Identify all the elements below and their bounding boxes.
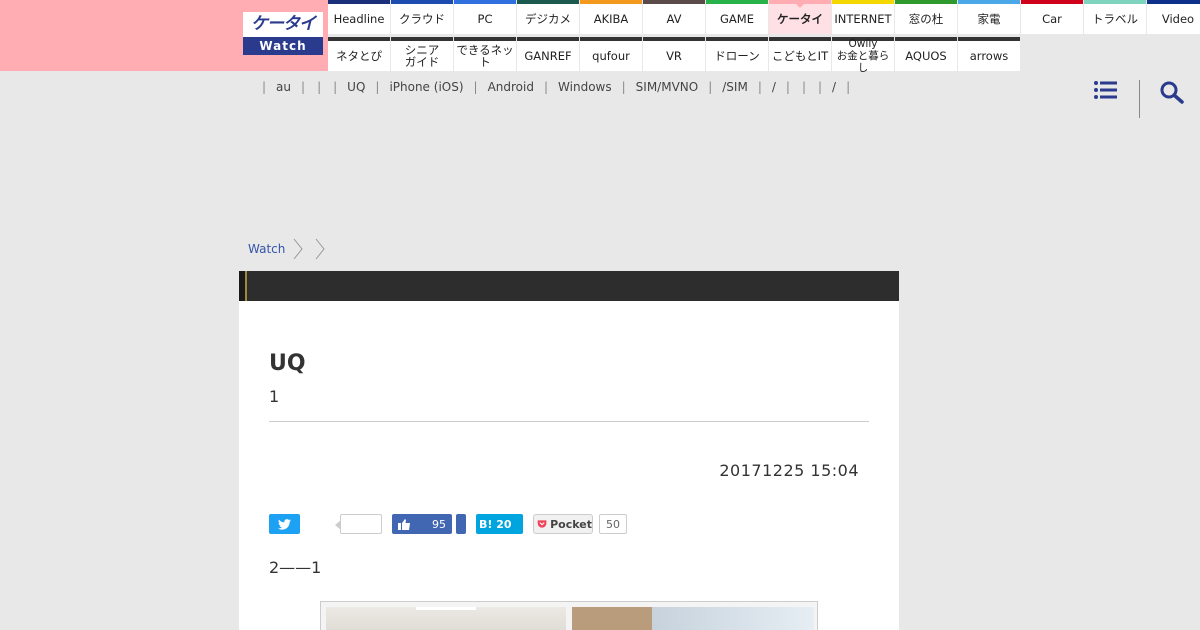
- breadcrumb: Watch: [248, 238, 329, 260]
- nav-item-2[interactable]: PC: [454, 0, 516, 34]
- tag-separator: |: [708, 80, 713, 94]
- site-header: ケータイ Watch Headline クラウド PC デジカメ AKIBA AV GAME…: [0, 0, 1200, 74]
- tag-link[interactable]: au: [272, 80, 295, 94]
- nav-item-4[interactable]: AKIBA: [580, 0, 642, 34]
- tag-link[interactable]: /: [768, 80, 780, 94]
- tag-separator: |: [375, 80, 380, 94]
- list-menu-icon[interactable]: [1094, 80, 1118, 100]
- article-card: UQ 1 20171225 15:04 95 B! 20 Pocket 50 2…: [239, 271, 899, 630]
- article-photo[interactable]: [652, 607, 814, 630]
- nav-item-10[interactable]: 家電: [958, 0, 1020, 34]
- tag-separator: |: [621, 80, 626, 94]
- nav-item-13[interactable]: Video: [1147, 0, 1200, 34]
- nav-item-9[interactable]: 窓の杜: [895, 0, 957, 34]
- nav-sub-item-9[interactable]: AQUOS: [895, 37, 957, 71]
- chevron-right-icon: [293, 238, 303, 260]
- twitter-bird-icon: [278, 518, 291, 530]
- article-subtitle: 1: [269, 387, 280, 406]
- tag-link[interactable]: SIM/MVNO: [632, 80, 703, 94]
- header-divider: [1139, 80, 1140, 118]
- tag-separator: |: [846, 80, 851, 94]
- tag-separator: |: [543, 80, 549, 94]
- nav-sub-item-5[interactable]: VR: [643, 37, 705, 71]
- tag-link[interactable]: iPhone (iOS): [385, 80, 467, 94]
- breadcrumb-home-link[interactable]: Watch: [248, 242, 285, 256]
- category-bar: [239, 271, 899, 301]
- tag-separator: |: [333, 80, 338, 94]
- facebook-share-button[interactable]: [456, 514, 466, 534]
- tag-link[interactable]: /: [828, 80, 840, 94]
- nav-sub-item-7[interactable]: こどもとIT: [769, 37, 831, 71]
- tag-separator: |: [262, 80, 267, 94]
- logo-top-text: ケータイ: [243, 12, 323, 37]
- article-photo[interactable]: [326, 607, 566, 630]
- nav-sub-item-4[interactable]: qufour: [580, 37, 642, 71]
- tag-separator: |: [473, 80, 478, 94]
- pocket-count: 50: [599, 514, 627, 534]
- tag-link[interactable]: /SIM: [718, 80, 752, 94]
- tag-separator: |: [785, 80, 790, 94]
- nav-item-1[interactable]: クラウド: [391, 0, 453, 34]
- pocket-button[interactable]: Pocket: [533, 514, 593, 534]
- article-lead: 2——1: [269, 558, 322, 577]
- facebook-like-button[interactable]: 95: [392, 514, 452, 534]
- nav-item-8[interactable]: INTERNET: [832, 0, 894, 34]
- tag-separator: |: [757, 80, 762, 94]
- hatena-bookmark-button[interactable]: B! 20: [476, 514, 523, 534]
- nav-item-3[interactable]: デジカメ: [517, 0, 579, 34]
- share-count-box: [335, 514, 382, 534]
- tag-separator: |: [317, 80, 322, 94]
- nav-sub-item-3[interactable]: GANREF: [517, 37, 579, 71]
- nav-item-7[interactable]: ケータイ: [769, 0, 831, 34]
- twitter-share-button[interactable]: [269, 514, 300, 534]
- logo-bottom-text: Watch: [243, 37, 323, 55]
- tag-link[interactable]: Windows: [554, 80, 616, 94]
- social-share-bar: 95 B! 20 Pocket 50: [269, 514, 627, 534]
- article-photo[interactable]: [572, 607, 652, 630]
- nav-sub-item-6[interactable]: ドローン: [706, 37, 768, 71]
- pocket-icon: [537, 520, 547, 528]
- category-tag-bar: | au | | | UQ | iPhone (iOS) | Android | Windows | SI…: [256, 79, 856, 95]
- nav-sub-item-8[interactable]: Owlly お金と暮らし: [832, 37, 894, 74]
- nav-item-12[interactable]: トラベル: [1084, 0, 1146, 34]
- nav-item-0[interactable]: Headline: [328, 0, 390, 34]
- facebook-like-count: 95: [432, 517, 446, 531]
- tag-separator: |: [801, 80, 806, 94]
- article-title: UQ: [269, 351, 306, 376]
- nav-item-6[interactable]: GAME: [706, 0, 768, 34]
- site-logo[interactable]: ケータイ Watch: [243, 12, 323, 56]
- nav-sub-item-1[interactable]: シニア ガイド: [391, 37, 453, 71]
- tag-separator: |: [818, 80, 823, 94]
- tag-link[interactable]: Android: [484, 80, 538, 94]
- nav-sub-item-10[interactable]: arrows: [958, 37, 1020, 71]
- brand-area: ケータイ Watch: [0, 0, 328, 71]
- nav-item-5[interactable]: AV: [643, 0, 705, 34]
- title-divider: [269, 421, 869, 422]
- nav-row-2: ネタとぴ シニア ガイド できるネット GANREF qufour VR ドローン こどもとIT…: [328, 37, 1200, 74]
- nav-row-1: Headline クラウド PC デジカメ AKIBA AV GAME ケータイ INTERNE…: [328, 0, 1200, 35]
- chevron-right-icon: [315, 238, 325, 260]
- site-nav: Headline クラウド PC デジカメ AKIBA AV GAME ケータイ INTERNE…: [328, 0, 1200, 74]
- pocket-label: Pocket: [550, 517, 592, 531]
- thumbs-up-icon: [398, 518, 410, 530]
- search-icon[interactable]: [1159, 80, 1185, 104]
- tag-separator: |: [301, 80, 306, 94]
- nav-item-11[interactable]: Car: [1021, 0, 1083, 34]
- tag-link[interactable]: UQ: [343, 80, 369, 94]
- article-date: 20171225 15:04: [719, 461, 859, 480]
- photo-gallery: [320, 601, 818, 630]
- nav-sub-item-0[interactable]: ネタとぴ: [328, 37, 390, 71]
- nav-sub-item-2[interactable]: できるネット: [454, 37, 516, 71]
